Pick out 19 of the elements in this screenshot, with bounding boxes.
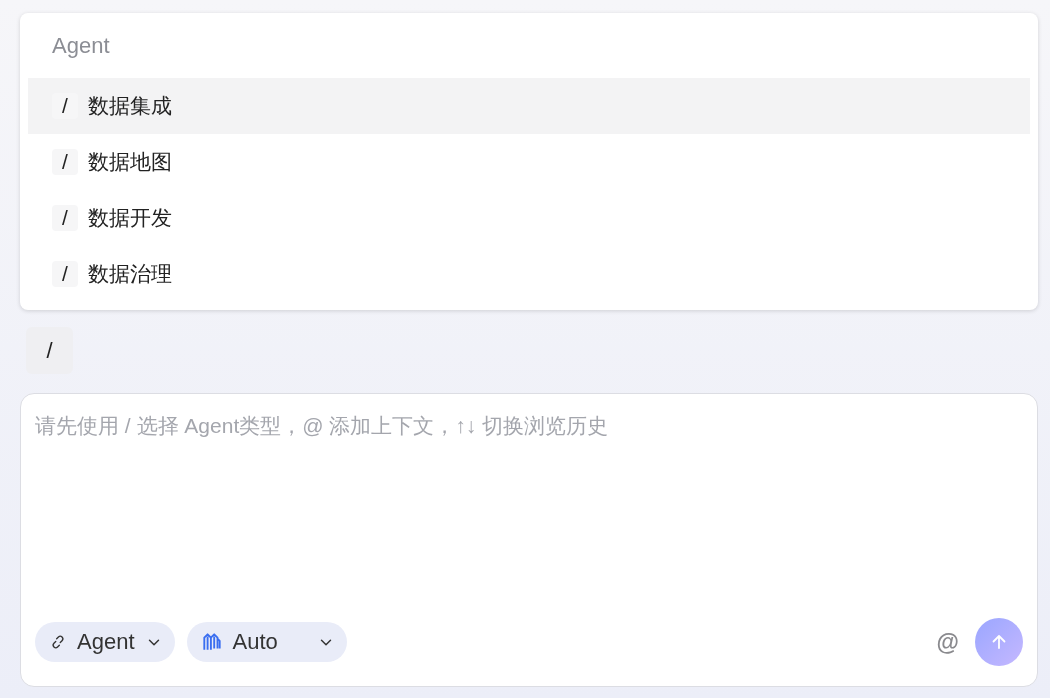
slash-chip: /	[52, 149, 78, 175]
menu-item-label: 数据治理	[88, 261, 172, 287]
slash-chip: /	[52, 205, 78, 231]
menu-header: Agent	[51, 32, 110, 60]
pillars-icon	[200, 631, 223, 653]
send-button[interactable]	[975, 618, 1023, 666]
menu-item-label: 数据开发	[88, 205, 172, 231]
menu-item[interactable]: / 数据治理	[28, 246, 1030, 302]
menu-item[interactable]: / 数据集成	[28, 78, 1030, 134]
menu-item[interactable]: / 数据地图	[28, 134, 1030, 190]
menu-item-label: 数据集成	[88, 93, 172, 119]
slash-chip: /	[52, 261, 78, 287]
message-field[interactable]: 请先使用 / 选择 Agent类型，@ 添加上下文，↑↓ 切换浏览历史 Agent Auto @	[20, 393, 1038, 687]
menu-item[interactable]: / 数据开发	[28, 190, 1030, 246]
link-icon	[49, 633, 67, 651]
agent-select[interactable]: Agent	[35, 622, 175, 662]
command-chip: /	[26, 327, 73, 374]
menu-item-label: 数据地图	[88, 149, 172, 175]
model-select[interactable]: Auto	[186, 622, 347, 662]
